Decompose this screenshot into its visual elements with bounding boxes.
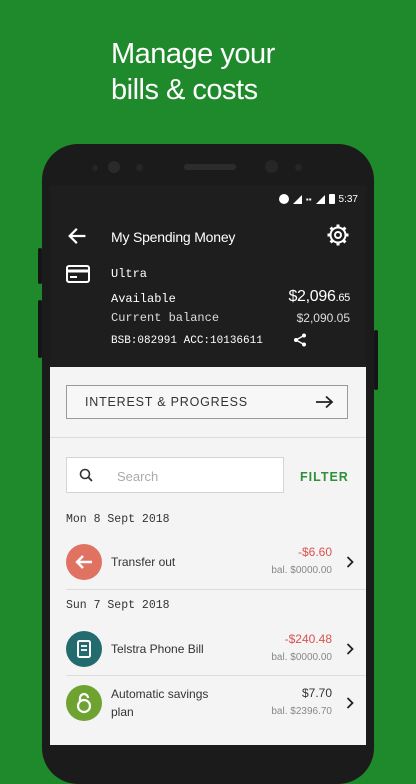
divider: [66, 589, 366, 590]
chevron-right-icon: [346, 697, 354, 709]
transaction-description-line-1: Automatic savings: [111, 687, 209, 701]
card-icon: [66, 265, 90, 283]
available-label: Available: [111, 292, 176, 306]
phone-speaker: [184, 164, 236, 170]
available-balance: $2,096.65: [288, 288, 350, 306]
transaction-row[interactable]: Automatic savings plan $7.70 bal. $2396.…: [50, 683, 366, 723]
transaction-row[interactable]: Transfer out -$6.60 bal. $0000.00: [50, 542, 366, 582]
current-balance-label: Current balance: [111, 311, 220, 325]
account-type: Ultra: [111, 267, 148, 281]
phone-sensor: [136, 164, 143, 171]
headline-line-2: bills & costs: [111, 74, 258, 106]
phone-sensor: [265, 160, 278, 173]
arrow-right-icon: [316, 395, 334, 409]
savings-icon-badge: [66, 685, 102, 721]
filter-button[interactable]: FILTER: [300, 470, 349, 484]
interest-progress-button[interactable]: INTEREST & PROGRESS: [66, 385, 348, 419]
signal-icon: [292, 194, 302, 204]
transfer-icon-badge: [66, 544, 102, 580]
search-field[interactable]: [66, 457, 284, 493]
date-header: Sun 7 Sept 2018: [66, 599, 170, 612]
bsb-account-number: BSB:082991 ACC:10136611: [111, 335, 263, 347]
transaction-amount: -$240.48: [284, 632, 332, 646]
transaction-description: Automatic savings plan: [111, 685, 208, 721]
wifi-icon: [315, 194, 325, 204]
transaction-balance: bal. $0000.00: [271, 565, 332, 576]
share-icon[interactable]: [293, 333, 307, 347]
transaction-description: Transfer out: [111, 555, 176, 569]
transaction-description-line-2: plan: [111, 705, 134, 719]
available-whole: $2,096: [288, 288, 336, 305]
arrow-left-icon: [75, 555, 92, 569]
transaction-amount: -$6.60: [297, 545, 332, 559]
back-arrow-icon[interactable]: [66, 225, 88, 247]
date-header: Mon 8 Sept 2018: [66, 513, 170, 526]
transaction-description: Telstra Phone Bill: [111, 642, 204, 656]
transaction-row[interactable]: Telstra Phone Bill -$240.48 bal. $0000.0…: [50, 629, 366, 669]
interest-progress-label: INTEREST & PROGRESS: [85, 395, 248, 409]
phone-sensor: [92, 165, 98, 171]
chevron-right-icon: [346, 643, 354, 655]
phone-sensor: [295, 164, 302, 171]
phone-side-button: [374, 330, 378, 390]
app-screen: ▪▪ 5:37 My Spending Money Ultra Availabl…: [50, 185, 366, 745]
gear-icon[interactable]: [326, 223, 350, 247]
bill-icon-badge: [66, 631, 102, 667]
available-cents: .65: [335, 292, 351, 304]
transaction-amount: $7.70: [301, 686, 332, 700]
transaction-balance: bal. $2396.70: [271, 706, 332, 717]
lock-icon: [76, 692, 92, 714]
status-bar: ▪▪ 5:37: [278, 191, 358, 207]
phone-camera: [108, 161, 120, 173]
account-title: My Spending Money: [111, 229, 236, 245]
alarm-icon: [278, 194, 289, 204]
search-input[interactable]: [115, 464, 279, 488]
headline-line-1: Manage your: [111, 38, 275, 70]
current-balance-value: $2,090.05: [296, 311, 350, 325]
network-icon: ▪▪: [305, 194, 312, 204]
battery-icon: [328, 194, 335, 204]
divider: [50, 437, 366, 438]
status-time: 5:37: [338, 193, 358, 205]
divider: [66, 675, 366, 676]
bill-icon: [77, 640, 91, 658]
search-icon: [79, 468, 93, 482]
chevron-right-icon: [346, 556, 354, 568]
transaction-balance: bal. $0000.00: [271, 652, 332, 663]
account-header: ▪▪ 5:37 My Spending Money Ultra Availabl…: [50, 185, 366, 367]
promo-headline: Manage your bills & costs: [111, 36, 275, 108]
